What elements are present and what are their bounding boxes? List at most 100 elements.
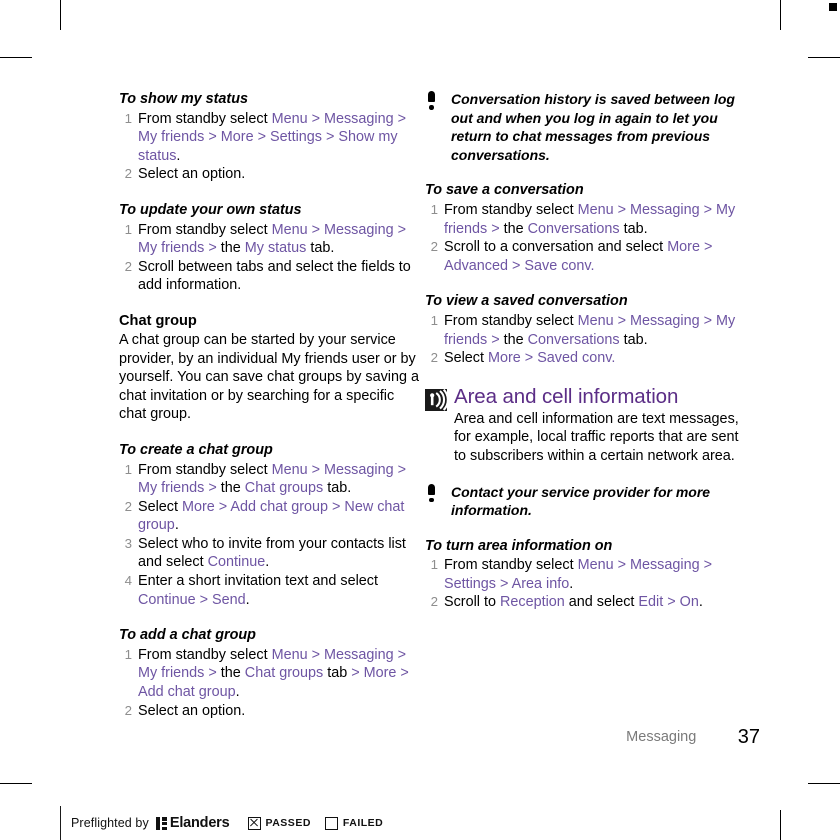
preflight-bar: Preflighted by Elanders PASSED FAILED — [60, 806, 383, 840]
procedure-heading: To show my status — [119, 91, 249, 107]
right-column-blocks: To save a conversation 1 From standby sele… — [425, 181, 750, 367]
ui-term: More — [488, 350, 521, 367]
ui-term: Menu — [271, 461, 308, 478]
step-number: 1 — [124, 110, 132, 126]
ui-term: Reception — [499, 594, 565, 611]
section-body-text: Area and cell information are text messa… — [454, 410, 739, 464]
step-number: 1 — [430, 312, 438, 328]
step-text: Select who to invite from your contacts … — [138, 536, 406, 571]
elanders-mark-icon — [155, 816, 167, 830]
step-number: 4 — [124, 573, 132, 589]
path-separator: > — [613, 557, 630, 574]
path-separator: > — [396, 665, 409, 682]
note-exclamation-icon — [427, 91, 436, 110]
body-text: Scroll between tabs and select the field… — [138, 258, 411, 294]
ui-term: Menu — [271, 110, 308, 127]
right-column: Conversation history is saved between lo… — [425, 90, 750, 612]
procedure-steps: 1 From standby select Menu > Messaging > … — [119, 110, 419, 184]
path-separator: > — [699, 201, 716, 218]
body-text: . — [174, 517, 179, 534]
path-separator: > — [496, 575, 512, 592]
body-text: Select an option. — [138, 166, 246, 183]
step-text: From standby select Menu > Messaging > M… — [138, 222, 406, 257]
elanders-logo: Elanders — [155, 815, 230, 831]
ui-term: Messaging — [323, 461, 394, 478]
step-number: 1 — [124, 646, 132, 662]
ui-term: Menu — [271, 646, 308, 663]
ui-term: Continue — [138, 591, 196, 608]
procedure-heading: To add a chat group — [119, 627, 256, 644]
step-text: From standby select Menu > Messaging > M… — [444, 202, 735, 237]
ui-term: Add chat group — [138, 684, 236, 701]
path-separator: > — [393, 221, 406, 238]
body-text: . — [245, 591, 250, 608]
step-text: From standby select Menu > Messaging > M… — [444, 313, 735, 348]
step-number: 2 — [430, 594, 438, 610]
path-separator: > — [699, 312, 716, 329]
ui-term: My friends — [138, 240, 205, 257]
checkbox-passed-icon[interactable] — [247, 816, 261, 830]
topic-heading: Chat group — [119, 312, 197, 329]
path-separator: > — [520, 350, 538, 367]
ui-term: More — [220, 129, 254, 146]
note-exclamation-icon — [427, 483, 436, 503]
procedure-heading: To create a chat group — [119, 441, 273, 458]
body-text: From standby select — [444, 557, 578, 574]
path-separator: > — [307, 461, 324, 478]
path-separator: > — [613, 201, 630, 218]
page-number: 37 — [737, 726, 760, 748]
body-text: the — [220, 480, 245, 497]
page-content: To show my status 1 From standby select Me… — [0, 0, 840, 840]
ui-term: Messaging — [629, 201, 700, 218]
body-text: tab. — [306, 240, 335, 257]
path-separator: > — [699, 557, 712, 574]
step-number: 2 — [430, 239, 438, 255]
step-number: 2 — [124, 166, 132, 182]
procedure-step: 2 Scroll to Reception and select Edit > O… — [425, 593, 750, 612]
body-text: tab. — [323, 480, 352, 497]
page-footer: Messaging 37 — [0, 727, 760, 747]
path-separator: > — [508, 257, 525, 274]
path-separator: > — [204, 129, 221, 146]
body-text: . — [698, 594, 703, 611]
note-text: Conversation history is saved between lo… — [451, 91, 735, 163]
procedure-step: 4 Enter a short invitation text and selec… — [119, 572, 419, 609]
ui-term: Menu — [577, 312, 614, 329]
step-text: Select More > Saved conv. — [444, 350, 615, 366]
procedure-step: 1 From standby select Menu > Messaging > … — [119, 646, 419, 702]
step-number: 1 — [430, 201, 438, 217]
body-text: . — [235, 684, 240, 701]
checkbox-failed-icon[interactable] — [324, 816, 338, 830]
body-text: . — [569, 575, 574, 592]
ui-term: On — [679, 594, 699, 611]
body-text: the — [503, 331, 528, 348]
step-text: Select an option. — [138, 703, 245, 719]
body-text: Scroll to a conversation and select — [444, 239, 668, 256]
step-number: 2 — [430, 350, 438, 366]
path-separator: > — [347, 665, 364, 682]
ui-term: Settings — [269, 129, 322, 146]
step-number: 3 — [124, 535, 132, 551]
path-separator: > — [328, 498, 345, 515]
step-text: Select an option. — [138, 166, 245, 182]
body-text: Select — [444, 350, 488, 367]
body-text: From standby select — [138, 221, 272, 238]
ui-term: Messaging — [629, 312, 700, 329]
procedure-step: 1 From standby select Menu > Messaging > … — [119, 461, 419, 498]
note-text: Contact your service provider for more i… — [451, 483, 711, 519]
ui-term: Continue — [207, 554, 266, 571]
elanders-brand-text: Elanders — [169, 815, 230, 831]
procedure-steps: 1 From standby select Menu > Messaging > … — [119, 646, 419, 720]
preflight-failed-status: FAILED — [324, 816, 383, 830]
body-text: tab — [323, 665, 348, 682]
path-separator: > — [307, 646, 324, 663]
path-separator: > — [613, 312, 630, 329]
section-title: Area and cell information — [454, 384, 679, 408]
body-text: . — [265, 554, 270, 571]
procedure-heading: To view a saved conversation — [425, 293, 628, 310]
ui-term: More — [182, 498, 215, 515]
ui-term: Area info — [511, 575, 570, 592]
